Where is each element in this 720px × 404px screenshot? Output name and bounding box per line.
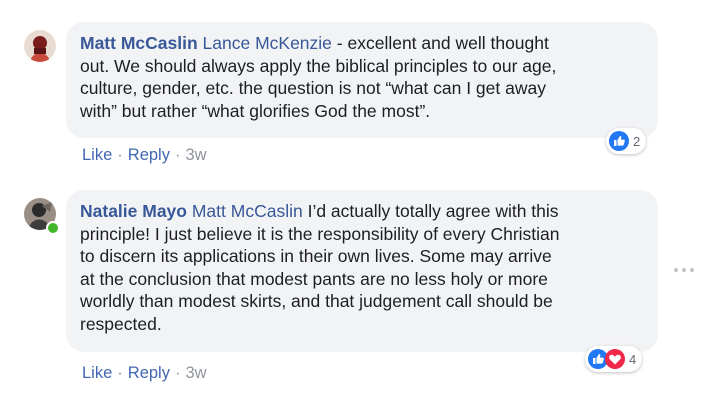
mention-link[interactable]: Lance McKenzie xyxy=(203,33,332,53)
separator: · xyxy=(117,364,123,382)
separator: · xyxy=(117,146,123,164)
more-options-icon[interactable] xyxy=(672,264,696,276)
comment-text-line: out. We should always apply the biblical… xyxy=(80,55,557,76)
comment-text-line: with” but rather “what glorifies God the… xyxy=(80,100,431,121)
reaction-count: 2 xyxy=(633,133,641,149)
comment-author[interactable]: Matt McCaslin xyxy=(80,33,198,53)
reply-button[interactable]: Reply xyxy=(128,146,170,164)
mention-link[interactable]: Matt McCaslin xyxy=(192,201,303,221)
online-indicator xyxy=(46,221,60,235)
timestamp[interactable]: 3w xyxy=(185,364,206,382)
comment-actions: Like · Reply · 3w xyxy=(82,364,207,383)
comment-text-line: worldly than modest skirts, and that jud… xyxy=(80,291,553,311)
comment-text-line: I’d actually totally agree with this xyxy=(302,201,559,221)
like-icon xyxy=(609,131,629,151)
avatar[interactable] xyxy=(24,30,56,62)
comment-text-line: respected. xyxy=(80,313,162,334)
comment-text-line: culture, gender, etc. the question is no… xyxy=(80,78,546,98)
like-button[interactable]: Like xyxy=(82,146,112,164)
comment-text-line: at the conclusion that modest pants are … xyxy=(80,268,548,289)
comment-actions: Like · Reply · 3w xyxy=(82,146,207,165)
comment-text-line: to discern its applications in their own… xyxy=(80,246,552,266)
separator: · xyxy=(174,364,181,382)
comment-text-line: - excellent and well thought xyxy=(331,33,549,53)
like-button[interactable]: Like xyxy=(82,364,112,382)
reply-button[interactable]: Reply xyxy=(128,364,170,382)
comment-bubble: Natalie Mayo Matt McCaslin I’d actually … xyxy=(66,190,658,352)
comment-bubble: Matt McCaslin Lance McKenzie - excellent… xyxy=(66,22,658,138)
love-icon xyxy=(605,349,625,369)
separator: · xyxy=(174,146,181,164)
timestamp[interactable]: 3w xyxy=(185,146,206,164)
reaction-summary[interactable]: 2 xyxy=(606,128,647,154)
comment-text-line: principle! I just believe it is the resp… xyxy=(80,223,560,244)
comment-author[interactable]: Natalie Mayo xyxy=(80,201,187,221)
reaction-summary[interactable]: 4 xyxy=(585,346,643,372)
reaction-count: 4 xyxy=(629,351,637,367)
